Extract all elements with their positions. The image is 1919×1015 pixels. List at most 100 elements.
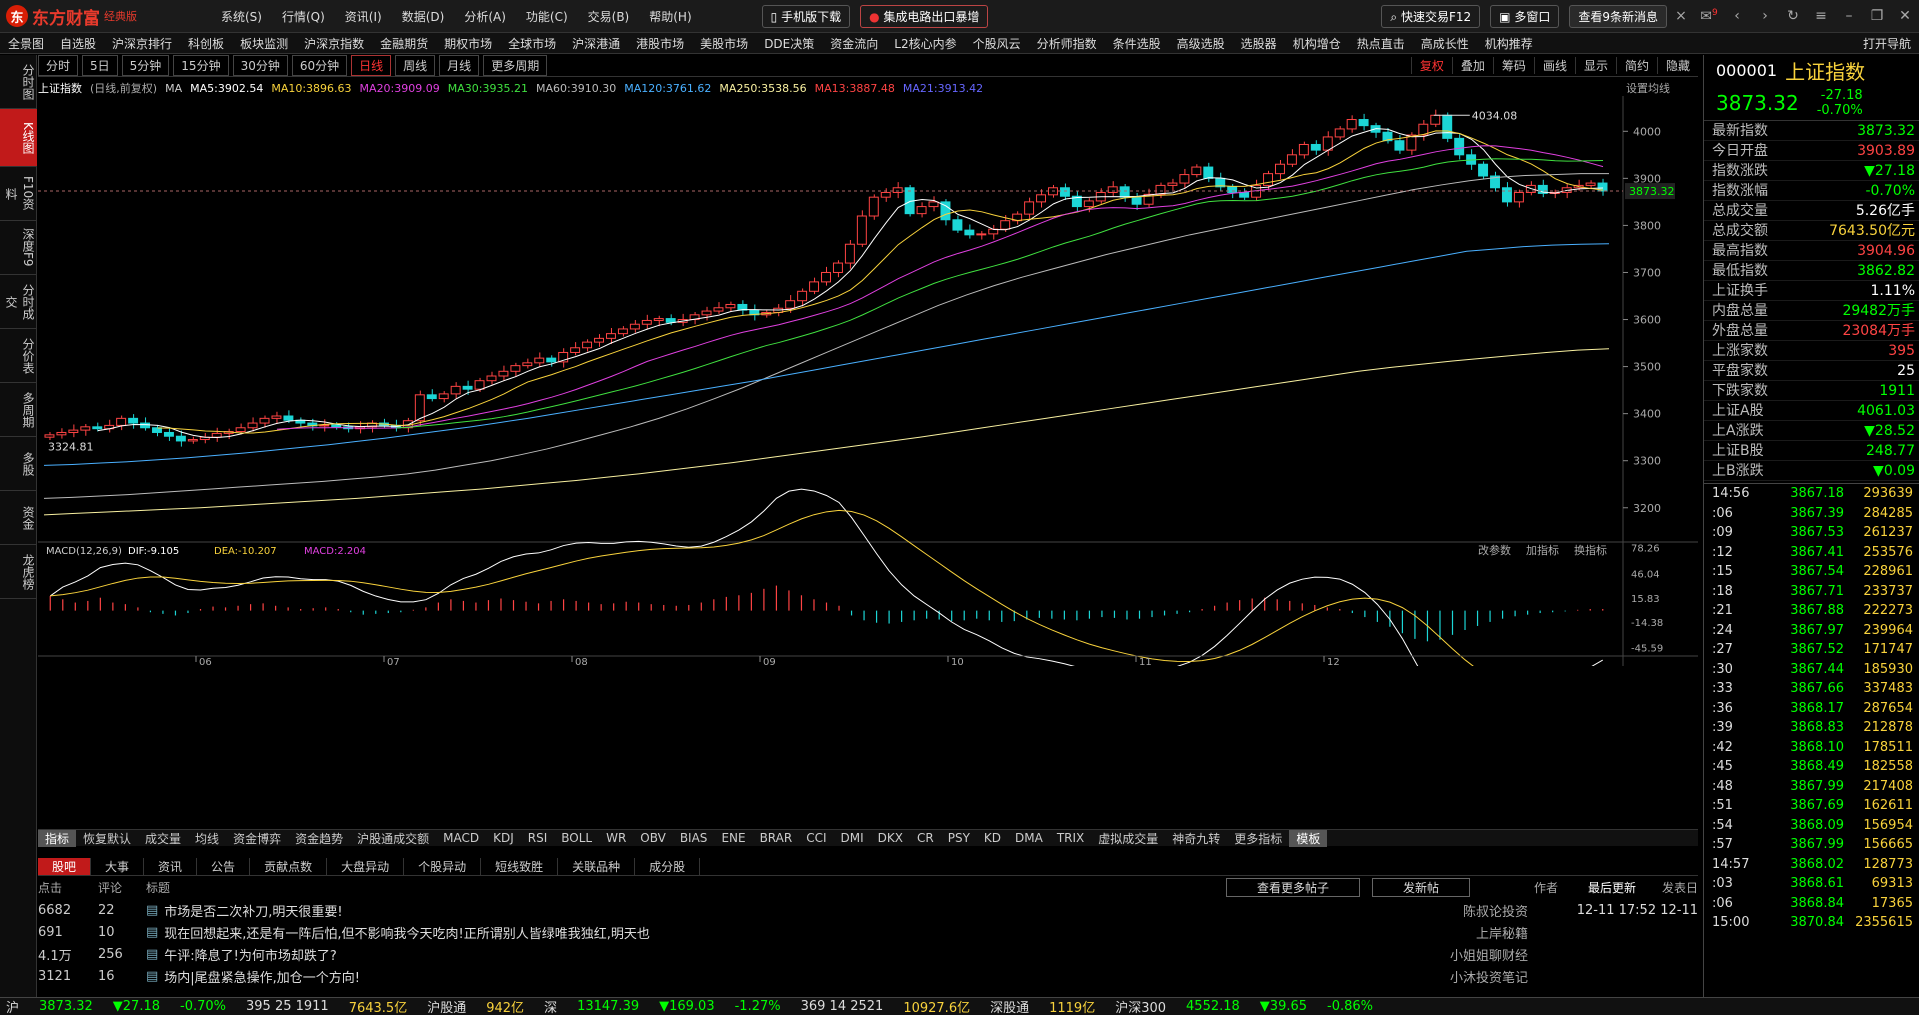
indicator-tab-22[interactable]: DMA [1008, 831, 1050, 845]
bell-icon[interactable]: ✉9 [1695, 8, 1723, 25]
close-news-icon[interactable]: × [1667, 8, 1695, 24]
restore-icon[interactable]: ❐ [1863, 8, 1891, 24]
period-4[interactable]: 30分钟 [232, 55, 288, 76]
tool-1[interactable]: 叠加 [1451, 57, 1493, 74]
indicator-tab-20[interactable]: PSY [941, 831, 977, 845]
nav-item-18[interactable]: 高级选股 [1169, 35, 1233, 52]
nav-item-1[interactable]: 自选股 [52, 35, 104, 52]
indicator-tab-12[interactable]: OBV [633, 831, 673, 845]
menu-item-7[interactable]: 帮助(H) [639, 8, 701, 25]
left-nav-item-9[interactable]: 龙虎榜 [0, 545, 37, 599]
menu-item-0[interactable]: 系统(S) [211, 8, 272, 25]
open-nav-button[interactable]: 打开导航 [1855, 35, 1919, 52]
nav-item-17[interactable]: 条件选股 [1105, 35, 1169, 52]
left-nav-item-5[interactable]: 分价表 [0, 329, 37, 383]
indicator-tab-0[interactable]: 指标 [38, 829, 77, 847]
forward-icon[interactable]: › [1751, 8, 1779, 24]
news-tab-1[interactable]: 大事 [91, 857, 145, 875]
indicator-tab-11[interactable]: WR [599, 831, 633, 845]
left-nav-item-8[interactable]: 资金 [0, 491, 37, 545]
left-nav-item-6[interactable]: 多周期 [0, 383, 37, 437]
nav-item-19[interactable]: 选股器 [1233, 35, 1285, 52]
quick-trade-button[interactable]: ⌕ 快速交易F12 [1381, 4, 1481, 28]
news-author[interactable]: 小姐姐聊财经 [1408, 945, 1528, 964]
close-window-icon[interactable]: ✕ [1891, 8, 1919, 24]
period-5[interactable]: 60分钟 [291, 55, 348, 76]
macd-tool-2[interactable]: 换指标 [1574, 543, 1607, 557]
indicator-tab-9[interactable]: RSI [521, 831, 555, 845]
nav-item-3[interactable]: 科创板 [180, 35, 232, 52]
mobile-download-button[interactable]: ▯ 手机版下载 [761, 4, 851, 28]
headline-button[interactable]: ● 集成电路出口暴增 [860, 4, 989, 28]
indicator-tab-10[interactable]: BOLL [554, 831, 599, 845]
indicator-tab-2[interactable]: 成交量 [138, 830, 188, 847]
nav-item-6[interactable]: 金融期货 [372, 35, 436, 52]
col-posted[interactable]: 发表日 [1662, 879, 1698, 896]
indicator-tab-25[interactable]: 神奇九转 [1165, 830, 1227, 847]
nav-item-13[interactable]: 资金流向 [822, 35, 886, 52]
refresh-icon[interactable]: ↻ [1779, 8, 1807, 24]
nav-item-5[interactable]: 沪深京指数 [296, 35, 372, 52]
back-icon[interactable]: ‹ [1723, 8, 1751, 24]
tool-3[interactable]: 画线 [1533, 57, 1575, 74]
indicator-tab-6[interactable]: 沪股通成交额 [350, 830, 436, 847]
tool-0[interactable]: 复权 [1410, 57, 1452, 74]
ma-settings-button[interactable]: 设置均线 [1626, 80, 1670, 96]
tool-4[interactable]: 显示 [1574, 57, 1616, 74]
indicator-tab-21[interactable]: KD [977, 831, 1008, 845]
news-title[interactable]: 现在回想起来,还是有一阵后怕,但不影响我今天吃肉!正所谓别人皆绿唯我独红,明天也 [164, 923, 1408, 942]
news-row[interactable]: 3121 16 ▤ 场内|尾盘紧急操作,加仓一个方向! 小沐投资笔记 [38, 965, 1698, 987]
news-tab-0[interactable]: 股吧 [38, 857, 92, 875]
indicator-tab-19[interactable]: CR [910, 831, 941, 845]
tool-6[interactable]: 隐藏 [1656, 57, 1698, 74]
nav-item-16[interactable]: 分析师指数 [1029, 35, 1105, 52]
period-0[interactable]: 分时 [38, 55, 79, 76]
indicator-tab-23[interactable]: TRIX [1050, 831, 1091, 845]
indicator-tab-26[interactable]: 更多指标 [1227, 830, 1289, 847]
news-title[interactable]: 午评:降息了!为何市场却跌了? [164, 945, 1408, 964]
nav-item-14[interactable]: L2核心内参 [886, 35, 964, 52]
tool-2[interactable]: 筹码 [1492, 57, 1534, 74]
news-tab-2[interactable]: 资讯 [144, 857, 198, 875]
news-title[interactable]: 场内|尾盘紧急操作,加仓一个方向! [164, 967, 1408, 986]
news-row[interactable]: 6682 22 ▤ 市场是否二次补刀,明天很重要! 陈叔论投资 12-11 17:52 1… [38, 899, 1698, 921]
multi-window-button[interactable]: ▣ 多窗口 [1490, 4, 1560, 28]
period-8[interactable]: 月线 [439, 55, 480, 76]
menu-item-5[interactable]: 功能(C) [516, 8, 578, 25]
macd-tool-1[interactable]: 加指标 [1526, 543, 1559, 557]
nav-item-11[interactable]: 美股市场 [692, 35, 756, 52]
news-row[interactable]: 4.1万 256 ▤ 午评:降息了!为何市场却跌了? 小姐姐聊财经 [38, 943, 1698, 965]
minimize-icon[interactable]: – [1835, 8, 1863, 24]
left-nav-item-1[interactable]: K线图 [0, 109, 37, 167]
indicator-tab-3[interactable]: 均线 [188, 830, 226, 847]
news-author[interactable]: 上岸秘籍 [1408, 923, 1528, 942]
period-9[interactable]: 更多周期 [483, 55, 548, 76]
indicator-tab-15[interactable]: BRAR [753, 831, 800, 845]
indicator-tab-4[interactable]: 资金博弈 [226, 830, 288, 847]
indicator-tab-1[interactable]: 恢复默认 [76, 830, 138, 847]
new-post-button[interactable]: 发新帖 [1371, 877, 1470, 897]
news-tab-5[interactable]: 大盘异动 [327, 857, 405, 875]
kline-chart[interactable]: 4000390038003700360035003400330032003873… [38, 96, 1698, 666]
menu-item-4[interactable]: 分析(A) [454, 8, 516, 25]
period-6[interactable]: 日线 [351, 55, 392, 76]
menu-item-1[interactable]: 行情(Q) [272, 8, 335, 25]
nav-item-4[interactable]: 板块监测 [232, 35, 296, 52]
news-tab-6[interactable]: 个股异动 [404, 857, 482, 875]
indicator-tab-17[interactable]: DMI [834, 831, 871, 845]
left-nav-item-7[interactable]: 多股 [0, 437, 37, 491]
left-nav-item-0[interactable]: 分时图 [0, 55, 37, 109]
left-nav-item-2[interactable]: F10资料 [0, 167, 37, 221]
indicator-tab-18[interactable]: DKX [871, 831, 910, 845]
indicator-tab-8[interactable]: KDJ [486, 831, 521, 845]
col-updated[interactable]: 最后更新 [1588, 879, 1636, 896]
news-tab-4[interactable]: 贡献点数 [250, 857, 328, 875]
period-1[interactable]: 5日 [82, 55, 118, 76]
tick-list[interactable]: 14:56 3867.18 293639:06 3867.39 284285:09 386… [1704, 483, 1919, 933]
indicator-tab-24[interactable]: 虚拟成交量 [1091, 830, 1165, 847]
macd-tool-0[interactable]: 改参数 [1478, 543, 1511, 557]
tool-5[interactable]: 简约 [1615, 57, 1657, 74]
menu-item-3[interactable]: 数据(D) [392, 8, 455, 25]
nav-item-7[interactable]: 期权市场 [436, 35, 500, 52]
period-3[interactable]: 15分钟 [173, 55, 229, 76]
